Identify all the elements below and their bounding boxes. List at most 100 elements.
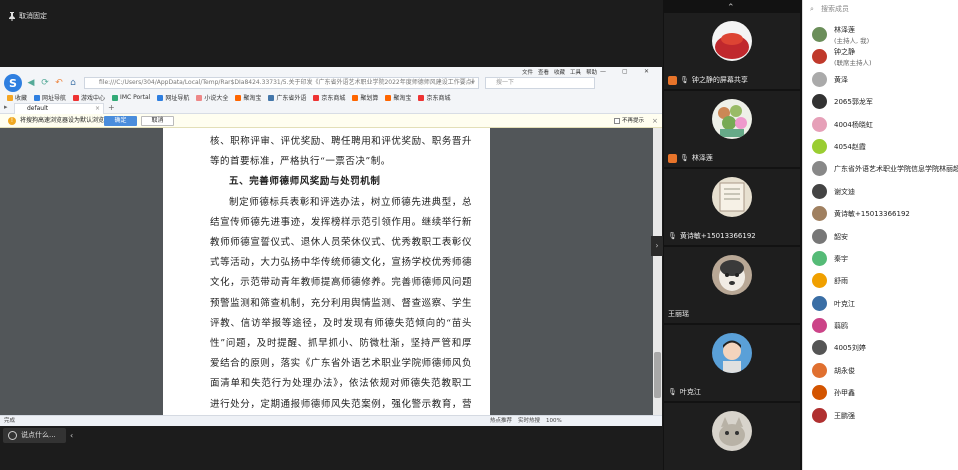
zoom-level[interactable]: 100% — [546, 416, 562, 426]
doc-heading: 五、完善师德师风奖励与处罚机制 — [210, 172, 472, 192]
member-role: (联席主持人) — [834, 59, 872, 68]
tab-close-icon[interactable]: × — [95, 104, 100, 114]
bookmark-label: 聚淘宝 — [243, 95, 262, 102]
avatar — [812, 407, 827, 423]
heading-text: 完善师德师风奖励与处罚机制 — [249, 176, 381, 188]
unpin-button[interactable]: 取消固定 — [8, 9, 47, 23]
member-row[interactable]: 4054赵霞 — [803, 136, 958, 158]
member-row[interactable]: 舒雨 — [803, 270, 958, 292]
video-tile[interactable]: 🎙 林泽莲 — [664, 91, 800, 167]
search-icon: ⌕ — [810, 5, 814, 13]
cancel-button[interactable]: 取消 — [141, 116, 174, 126]
bookmark-label: 京东商城 — [426, 95, 451, 102]
bookmark-icon — [418, 94, 425, 101]
home-icon[interactable]: ⌂ — [68, 78, 78, 88]
undo-icon[interactable]: ↶ — [54, 78, 64, 88]
avatar — [812, 183, 827, 199]
checkbox-icon — [614, 118, 620, 124]
browser-statusbar: 完成 热点推荐 实时热搜 100% — [0, 415, 662, 426]
no-remind-checkbox[interactable]: 不再提示 — [614, 114, 644, 128]
bookmark-item[interactable]: 游戏中心 — [73, 93, 105, 102]
avatar — [812, 27, 827, 42]
bookmark-item[interactable]: 广东省外语 — [268, 93, 306, 102]
microphone-icon: 🎙 — [680, 154, 689, 162]
maximize-icon[interactable]: ▢ — [622, 68, 628, 75]
member-name: 翦鸥 — [834, 322, 848, 331]
bookmark-item[interactable]: 聚划算 — [352, 93, 378, 102]
chat-placeholder: 说点什么... — [21, 431, 56, 439]
address-bar[interactable]: file:///C:/Users/304/AppData/Local/Temp/… — [84, 77, 479, 89]
top-toolbar: 取消固定 — [0, 0, 663, 30]
close-icon[interactable]: ✕ — [644, 68, 649, 75]
member-row[interactable]: 林泽莲 (主持人, 我) — [803, 24, 958, 46]
participant-name: 林泽莲 — [691, 154, 713, 162]
member-list: 林泽莲 (主持人, 我) 钟之静 (联席主持人) 黄泽 2065郭龙军 4004杨晓虹 405… — [803, 24, 958, 427]
member-row[interactable]: 韶安 — [803, 226, 958, 248]
tab-label: default — [27, 105, 49, 112]
video-tile[interactable]: 🎙 黄诗敏+15013366192 — [664, 169, 800, 245]
minimize-icon[interactable]: — — [600, 68, 606, 75]
bookmark-item[interactable]: 网址导航 — [157, 93, 189, 102]
bookmark-item[interactable]: IMC Portal — [112, 94, 150, 101]
bookmark-item[interactable]: 小说大全 — [196, 93, 228, 102]
sogou-logo-icon[interactable]: S — [4, 74, 22, 92]
member-name: 黄泽 — [834, 75, 848, 84]
chevron-up-icon[interactable]: ⌃ — [727, 3, 735, 13]
member-row[interactable]: 4004杨晓虹 — [803, 114, 958, 136]
bookmark-label: 聚划算 — [360, 95, 379, 102]
browser-navbar: S ◀ ⟳ ↶ ⌂ file:///C:/Users/304/AppData/L… — [0, 74, 662, 92]
microphone-icon: 🎙 — [668, 232, 677, 240]
video-tile[interactable]: 🎙 钟之静的屏幕共享 — [664, 13, 800, 89]
refresh-icon[interactable]: ⟳ — [40, 78, 50, 88]
tab-list-icon[interactable]: ▸ — [4, 103, 8, 111]
avatar — [812, 161, 827, 177]
video-tile[interactable]: 🎙 叶克江 — [664, 325, 800, 401]
member-row[interactable]: 叶克江 — [803, 293, 958, 315]
avatar — [812, 228, 827, 244]
bookmark-item[interactable]: 聚淘宝 — [235, 93, 261, 102]
scrollbar-thumb[interactable] — [654, 352, 661, 398]
document-scrollbar[interactable] — [653, 128, 662, 415]
member-row[interactable]: 胡永俊 — [803, 360, 958, 382]
member-name: 广东省外语艺术职业学院信息学院林丽超 — [834, 165, 958, 174]
confirm-button[interactable]: 确定 — [104, 116, 137, 126]
notification-close-icon[interactable]: × — [652, 114, 658, 128]
chat-input[interactable]: 说点什么... — [3, 428, 66, 443]
tab-default[interactable]: default × — [14, 103, 104, 114]
search-input[interactable]: 搜一下 — [485, 77, 595, 89]
participant-avatar — [712, 177, 752, 217]
collapse-video-panel-icon[interactable]: › — [651, 236, 663, 256]
bookmark-item[interactable]: 聚淘宝 — [385, 93, 411, 102]
member-row[interactable]: 黄泽 — [803, 69, 958, 91]
member-name: 4054赵霞 — [834, 142, 866, 151]
unpin-label: 取消固定 — [19, 12, 47, 20]
member-name: 舒雨 — [834, 277, 848, 286]
avatar — [812, 273, 827, 289]
bookmark-item[interactable]: 京东商城 — [418, 93, 450, 102]
member-row[interactable]: 钟之静 (联席主持人) — [803, 46, 958, 68]
back-icon[interactable]: ◀ — [26, 78, 36, 88]
member-name: 胡永俊 — [834, 366, 855, 375]
star-icon[interactable]: ✦ — [470, 78, 475, 88]
new-tab-button[interactable]: + — [108, 103, 115, 112]
bookmark-item[interactable]: 网址导航 — [34, 93, 66, 102]
video-tile[interactable]: 王丽瑶 — [664, 247, 800, 323]
member-row[interactable]: 孙甲鑫 — [803, 382, 958, 404]
member-row[interactable]: 4005刘婷 — [803, 337, 958, 359]
member-row[interactable]: 广东省外语艺术职业学院信息学院林丽超 — [803, 158, 958, 180]
member-row[interactable]: 秦宇 — [803, 248, 958, 270]
bookmark-icon — [34, 94, 41, 101]
hot-news-link[interactable]: 热点推荐 — [490, 416, 512, 426]
member-row[interactable]: 王鹏强 — [803, 405, 958, 427]
member-row[interactable]: 翦鸥 — [803, 315, 958, 337]
doc-paragraph: 制定师德标兵表彰和评选办法，树立师德先进典型，总结宣传师德先进事迹，发挥榜样示范… — [210, 196, 472, 410]
bookmark-item[interactable]: 京东商城 — [313, 93, 345, 102]
member-row[interactable]: 2065郭龙军 — [803, 91, 958, 113]
bookmark-item[interactable]: 收藏 — [7, 93, 27, 102]
member-row[interactable]: 黄诗敏+15013366192 — [803, 203, 958, 225]
chevron-left-icon[interactable]: ‹ — [70, 431, 73, 440]
member-row[interactable]: 谢文迪 — [803, 181, 958, 203]
trending-link[interactable]: 实时热搜 — [518, 416, 540, 426]
member-search-input[interactable]: ⌕ 搜索成员 — [809, 3, 955, 16]
video-tile[interactable] — [664, 403, 800, 470]
